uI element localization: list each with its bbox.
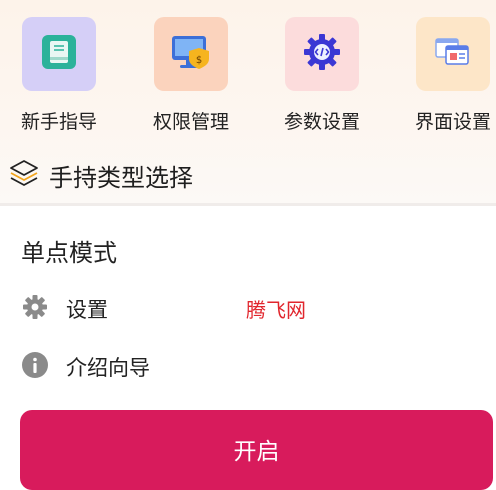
section-title: 手持类型选择 (49, 163, 193, 192)
section-header: 手持类型选择 (8, 157, 193, 193)
shortcut-interface[interactable]: 界面设置 (398, 0, 496, 140)
shortcut-guide[interactable]: 新手指导 (4, 0, 114, 140)
settings-label: 设置 (66, 298, 108, 322)
info-icon (21, 351, 49, 383)
shortcut-label-guide: 新手指导 (20, 111, 97, 133)
shortcut-label-permissions: 权限管理 (152, 111, 229, 133)
mode-title: 单点模式 (21, 239, 117, 267)
guide-tile (22, 17, 96, 91)
interface-tile (416, 17, 490, 91)
shortcut-label-parameters: 参数设置 (283, 111, 360, 133)
gear-icon (21, 293, 49, 325)
shortcut-parameters[interactable]: 参数设置 (267, 0, 377, 140)
intro-guide-label: 介绍向导 (66, 356, 150, 380)
book-icon (39, 32, 79, 76)
layers-icon (8, 157, 40, 193)
windows-icon (432, 32, 474, 76)
intro-guide-row[interactable]: 介绍向导 (21, 351, 150, 383)
svg-text:$: $ (196, 55, 202, 66)
permissions-tile: $ (154, 17, 228, 91)
settings-row[interactable]: 设置 (21, 293, 108, 325)
code-gear-icon (302, 32, 342, 76)
shortcut-label-interface: 界面设置 (414, 111, 491, 133)
divider (0, 203, 496, 206)
watermark-text: 腾飞网 (246, 298, 306, 322)
parameters-tile (285, 17, 359, 91)
start-button[interactable]: 开启 (20, 410, 493, 490)
shortcut-permissions[interactable]: $ 权限管理 (136, 0, 246, 140)
monitor-shield-icon: $ (169, 32, 213, 76)
header-panel: 新手指导 $ 权限管理 参数设置 界面设置 手持类型选择 (0, 0, 496, 203)
